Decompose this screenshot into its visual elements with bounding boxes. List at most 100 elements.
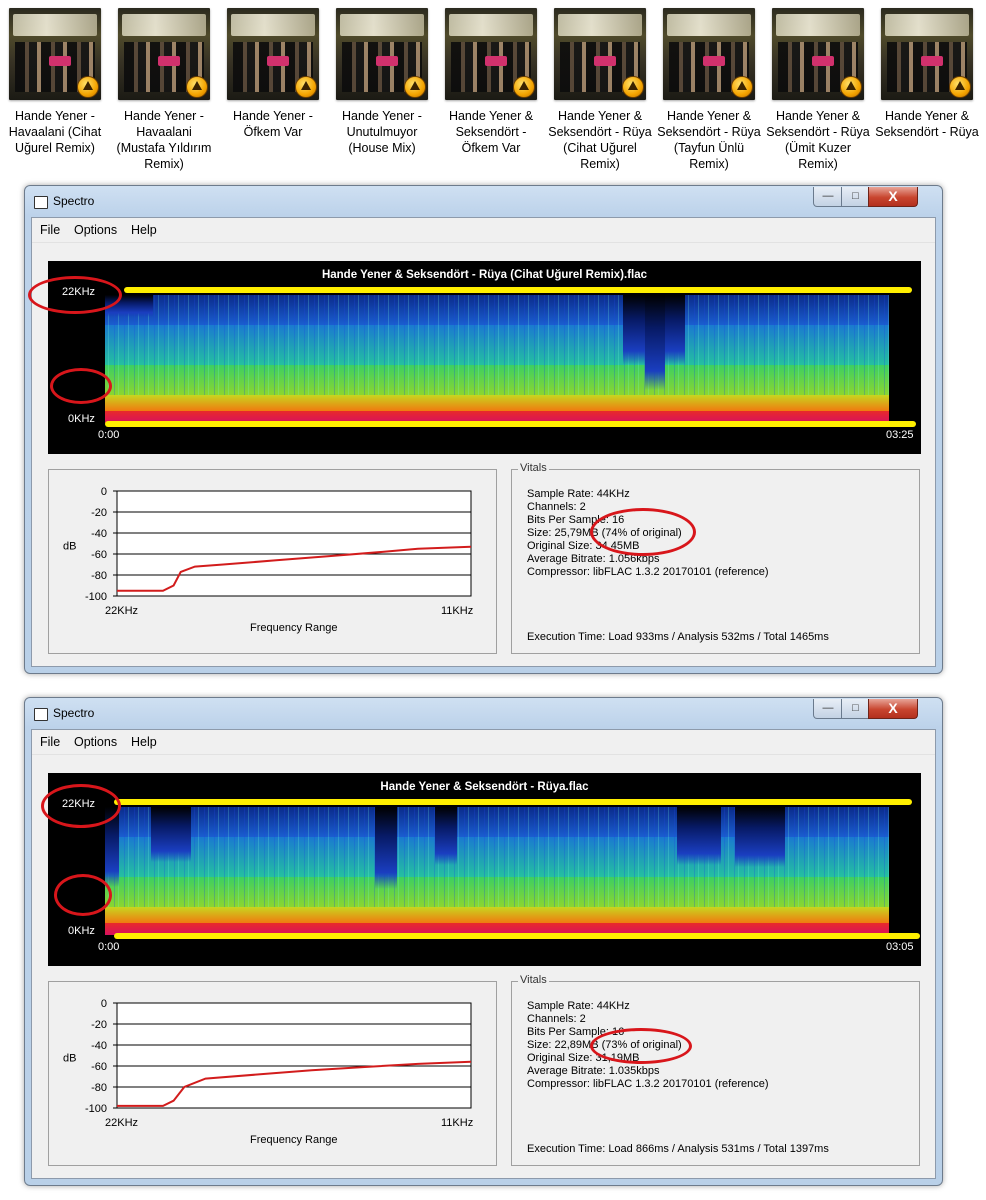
menu-bar: File Options Help: [32, 218, 935, 243]
vitals-panel: Vitals Sample Rate: 44KHz Channels: 2 Bi…: [511, 462, 920, 654]
vlc-badge-icon: [404, 76, 426, 98]
maximize-button[interactable]: □: [841, 699, 870, 719]
file-name: Hande Yener & Seksendört - Öfkem Var: [448, 109, 534, 155]
db-graph: 0 -20 -40 -60 -80 -100 dB 22KHz 11KHz Frequency R…: [63, 486, 473, 634]
title-bar[interactable]: Spectro — □ X: [25, 698, 942, 728]
x-label-left: 22KHz: [105, 1117, 138, 1129]
db-graph-panel: 0 -20 -40 -60 -80 -100 dB 22KHz 11KHz Frequency R…: [48, 981, 497, 1166]
y-label-bottom: 0KHz: [68, 925, 95, 937]
y-tick-label: -80: [91, 570, 107, 582]
spectrogram: Hande Yener & Seksendört - Rüya.flac 22K…: [48, 773, 921, 966]
album-art-thumbnail: [336, 8, 428, 100]
maximize-button[interactable]: □: [841, 187, 870, 207]
x-axis-title: Frequency Range: [250, 1134, 337, 1146]
annotation-circle: [590, 1028, 692, 1064]
cutoff-bar-bottom: [114, 933, 920, 939]
annotation-circle: [590, 508, 696, 556]
menu-bar: File Options Help: [32, 730, 935, 755]
spectrogram-title: Hande Yener & Seksendört - Rüya (Cihat U…: [321, 269, 648, 281]
y-axis-label: dB: [63, 541, 76, 553]
menu-options[interactable]: Options: [74, 735, 117, 749]
vitals-legend: Vitals: [518, 462, 549, 474]
menu-options[interactable]: Options: [74, 223, 117, 237]
vital-compressor: Compressor: libFLAC 1.3.2 20170101 (refe…: [527, 1078, 769, 1090]
file-name: Hande Yener - Havaalani (Cihat Uğurel Re…: [8, 109, 102, 155]
vlc-badge-icon: [622, 76, 644, 98]
vital-channels: Channels: 2: [527, 1013, 586, 1025]
spectrogram-plot: [105, 807, 905, 935]
file-item[interactable]: Hande Yener & Seksendört - Rüya (Tayfun …: [657, 8, 761, 172]
vital-sample-rate: Sample Rate: 44KHz: [527, 1000, 630, 1012]
x-label-right: 11KHz: [441, 605, 473, 617]
vitals-panel: Vitals Sample Rate: 44KHz Channels: 2 Bi…: [511, 974, 920, 1166]
vlc-badge-icon: [840, 76, 862, 98]
menu-file[interactable]: File: [40, 735, 60, 749]
x-label-end: 03:25: [886, 429, 914, 441]
x-label-start: 0:00: [98, 429, 120, 441]
x-label-start: 0:00: [98, 941, 120, 953]
y-tick-label: -60: [91, 1061, 107, 1073]
x-axis-title: Frequency Range: [250, 622, 337, 634]
annotation-circle: [50, 368, 112, 404]
close-button[interactable]: X: [868, 187, 918, 207]
cutoff-bar-bottom: [105, 421, 916, 427]
menu-file[interactable]: File: [40, 223, 60, 237]
vlc-badge-icon: [77, 76, 99, 98]
album-art-thumbnail: [9, 8, 101, 100]
execution-time: Execution Time: Load 866ms / Analysis 53…: [527, 1143, 829, 1155]
minimize-button[interactable]: —: [813, 187, 843, 207]
menu-help[interactable]: Help: [131, 735, 157, 749]
file-name: Hande Yener & Seksendört - Rüya (Ümit Ku…: [766, 109, 870, 171]
album-art-thumbnail: [663, 8, 755, 100]
y-tick-label: 0: [101, 998, 107, 1010]
file-item[interactable]: Hande Yener & Seksendört - Rüya (Cihat U…: [548, 8, 652, 172]
file-item[interactable]: Hande Yener - Havaalani (Cihat Uğurel Re…: [3, 8, 107, 156]
y-tick-label: -40: [91, 1040, 107, 1052]
db-graph-panel: 0 -20 -40 -60 -80 -100 dB 22KHz 11KHz Frequency R…: [48, 469, 497, 654]
spectrogram-plot: [105, 295, 905, 423]
y-axis-label: dB: [63, 1053, 76, 1065]
file-name: Hande Yener - Havaalani (Mustafa Yıldırı…: [116, 109, 212, 171]
album-art-thumbnail: [118, 8, 210, 100]
vlc-badge-icon: [949, 76, 971, 98]
x-label-right: 11KHz: [441, 1117, 473, 1129]
annotation-circle: [28, 276, 122, 314]
vlc-badge-icon: [295, 76, 317, 98]
annotation-circle: [41, 784, 121, 828]
file-grid: Hande Yener - Havaalani (Cihat Uğurel Re…: [0, 0, 986, 180]
vital-compressor: Compressor: libFLAC 1.3.2 20170101 (refe…: [527, 566, 769, 578]
y-tick-label: -80: [91, 1082, 107, 1094]
app-icon: [34, 196, 48, 209]
title-bar[interactable]: Spectro — □ X: [25, 186, 942, 216]
vlc-badge-icon: [186, 76, 208, 98]
vlc-badge-icon: [513, 76, 535, 98]
y-tick-label: -20: [91, 1019, 107, 1031]
y-tick-label: -20: [91, 507, 107, 519]
file-item[interactable]: Hande Yener & Seksendört - Rüya: [875, 8, 979, 140]
file-item[interactable]: Hande Yener & Seksendört - Öfkem Var: [439, 8, 543, 156]
file-name: Hande Yener & Seksendört - Rüya (Cihat U…: [548, 109, 652, 171]
file-name: Hande Yener - Unutulmuyor (House Mix): [342, 109, 422, 155]
window-title: Spectro: [53, 194, 95, 208]
minimize-button[interactable]: —: [813, 699, 843, 719]
y-tick-label: -60: [91, 549, 107, 561]
y-tick-label: 0: [101, 486, 107, 498]
y-tick-label: -100: [85, 591, 107, 603]
vital-bitrate: Average Bitrate: 1.035kbps: [527, 1065, 660, 1077]
menu-help[interactable]: Help: [131, 223, 157, 237]
cutoff-bar-top: [124, 287, 912, 293]
vital-sample-rate: Sample Rate: 44KHz: [527, 488, 630, 500]
x-label-left: 22KHz: [105, 605, 138, 617]
y-label-bottom: 0KHz: [68, 413, 95, 425]
window-client: File Options Help Hande Yener & Seksendö…: [31, 729, 936, 1179]
execution-time: Execution Time: Load 933ms / Analysis 53…: [527, 631, 829, 643]
file-item[interactable]: Hande Yener - Havaalani (Mustafa Yıldırı…: [112, 8, 216, 172]
file-item[interactable]: Hande Yener - Öfkem Var: [221, 8, 325, 140]
graph-area: [116, 490, 472, 597]
app-icon: [34, 708, 48, 721]
file-item[interactable]: Hande Yener - Unutulmuyor (House Mix): [330, 8, 434, 156]
close-button[interactable]: X: [868, 699, 918, 719]
y-tick-label: -40: [91, 528, 107, 540]
file-item[interactable]: Hande Yener & Seksendört - Rüya (Ümit Ku…: [766, 8, 870, 172]
vital-channels: Channels: 2: [527, 501, 586, 513]
